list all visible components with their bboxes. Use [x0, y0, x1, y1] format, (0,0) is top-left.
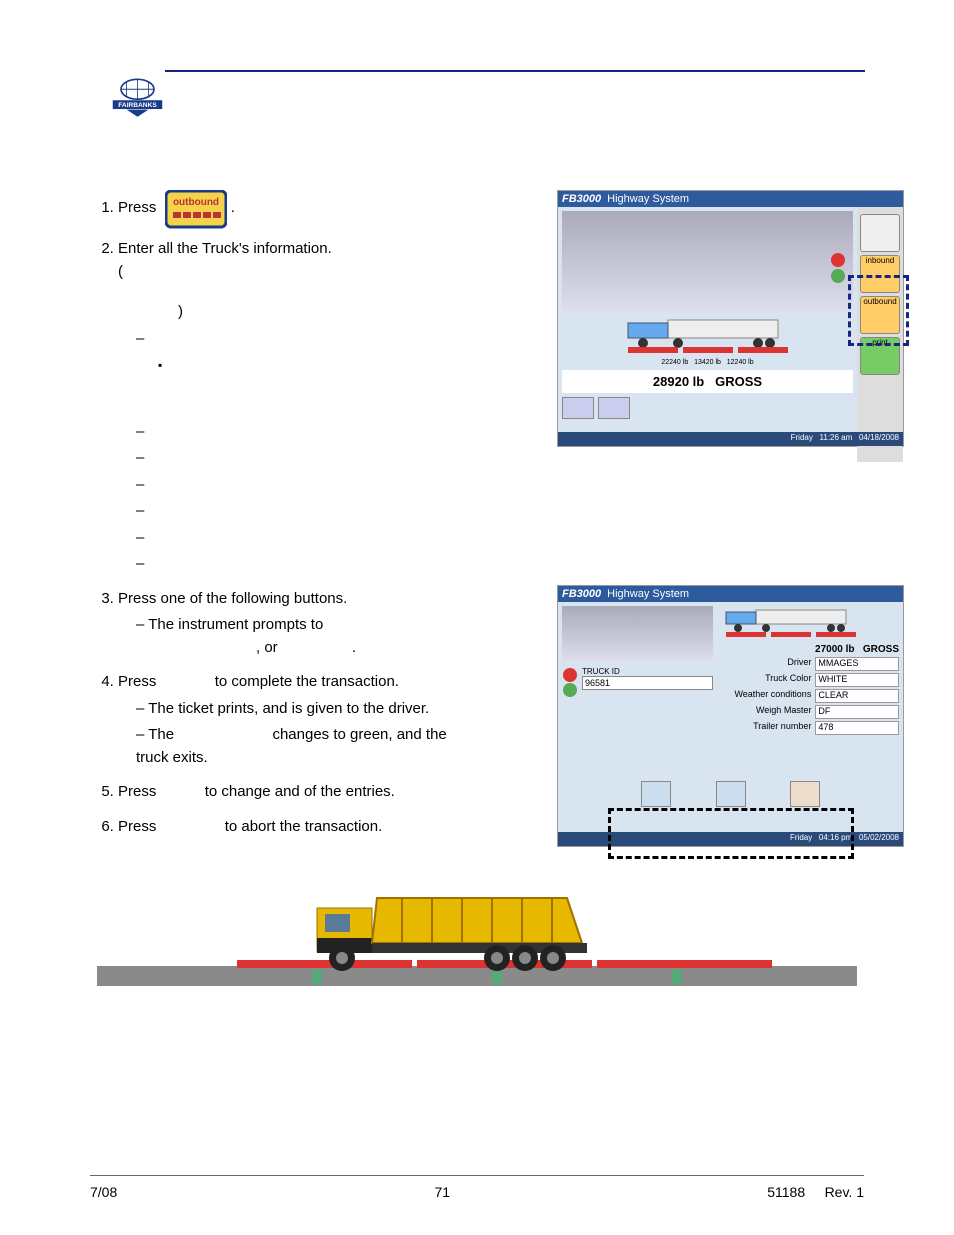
- step2-sub3: [136, 447, 470, 470]
- edit-button[interactable]: [716, 781, 746, 807]
- step4-sub2b: changes to green, and the truck exits.: [136, 726, 447, 766]
- driver-value: MMAGES: [815, 657, 899, 671]
- truck-color-value: WHITE: [815, 673, 899, 687]
- step4-sub2: The changes to green, and the truck exit…: [136, 724, 470, 769]
- step2-sub2: [136, 421, 470, 444]
- truck-photo: [562, 211, 853, 311]
- step2-sub7: [136, 553, 470, 576]
- scale1-weight: 22240 lb: [661, 359, 688, 366]
- svg-text:FAIRBANKS: FAIRBANKS: [118, 102, 157, 109]
- step2-sub1-bullet: [158, 354, 470, 417]
- gross-label: GROSS: [715, 374, 762, 389]
- step-4: Press to complete the transaction. The t…: [118, 671, 470, 769]
- step3-sub1-pre: The instrument prompts to: [148, 616, 323, 633]
- truck-scale-diagram-small: [721, 606, 861, 640]
- green-light-icon: [563, 683, 577, 697]
- zero-button[interactable]: [562, 397, 594, 419]
- step4-pre: Press: [118, 673, 156, 690]
- step2-paren-close: ): [178, 303, 183, 320]
- weather-label: Weather conditions: [721, 689, 815, 703]
- svg-text:outbound: outbound: [172, 197, 218, 208]
- step3-sub1-post: .: [352, 639, 356, 656]
- gross-weight: 28920 lb: [653, 374, 704, 389]
- sc2-date: 05/02/2008: [859, 833, 899, 842]
- accept-button[interactable]: [641, 781, 671, 807]
- sc2-gross-label: GROSS: [863, 644, 899, 655]
- step2-sub1: [136, 328, 470, 417]
- step1-post: .: [231, 199, 235, 216]
- fairbanks-logo: FAIRBANKS: [110, 70, 165, 129]
- red-light-icon: [563, 668, 577, 682]
- step2-line1: Enter all the Truck's information.: [118, 240, 332, 257]
- step4-sub2a: The: [148, 726, 174, 743]
- outbound-button-inline: outbound: [165, 190, 227, 226]
- step3-sub1-mid: , or: [256, 639, 278, 656]
- sc1-date: 04/18/2008: [859, 433, 899, 442]
- step2-sub6: [136, 527, 470, 550]
- step-3: Press one of the following buttons. The …: [118, 588, 470, 660]
- dump-truck-illustration: [90, 878, 864, 992]
- step5-pre: Press: [118, 783, 156, 800]
- sc1-title: Highway System: [607, 193, 899, 205]
- weigh-master-value: DF: [815, 705, 899, 719]
- driver-label: Driver: [721, 657, 815, 671]
- step2-paren-open: (: [118, 263, 123, 280]
- footer-left: 7/08: [90, 1184, 117, 1200]
- trailer-value: 478: [815, 721, 899, 735]
- callout-action-buttons: [608, 808, 854, 859]
- truck-icon: [860, 214, 900, 252]
- page-footer: 7/08 71 51188 Rev. 1: [90, 1175, 864, 1200]
- footer-center: 71: [434, 1184, 450, 1200]
- header-rule: [165, 70, 865, 72]
- page-header: FAIRBANKS: [90, 70, 864, 130]
- sc2-weight: 27000 lb: [815, 644, 854, 655]
- truck-photo-small: [562, 606, 713, 661]
- sc1-brand: FB3000: [562, 193, 601, 205]
- truck-id-value: 96581: [582, 676, 713, 690]
- sc2-title: Highway System: [607, 588, 899, 600]
- sc1-day: Friday: [791, 433, 813, 442]
- scale3-weight: 12240 lb: [727, 359, 754, 366]
- step6-pre: Press: [118, 818, 156, 835]
- weigh-master-label: Weigh Master: [721, 705, 815, 719]
- cancel-button[interactable]: [790, 781, 820, 807]
- trailer-label: Trailer number: [721, 721, 815, 735]
- scale2-weight: 13420 lb: [694, 359, 721, 366]
- truck-color-label: Truck Color: [721, 673, 815, 687]
- units-button[interactable]: [598, 397, 630, 419]
- sc2-brand: FB3000: [562, 588, 601, 600]
- step2-sub5: [136, 500, 470, 523]
- step1-pre: Press: [118, 199, 156, 216]
- step3-sub1: The instrument prompts to , or .: [136, 614, 470, 659]
- step-2: Enter all the Truck's information. ( ): [118, 238, 470, 576]
- step3-text: Press one of the following buttons.: [118, 590, 347, 607]
- red-light-icon: [831, 253, 845, 267]
- step-5: Press to change and of the entries.: [118, 781, 470, 804]
- truck-id-label: TRUCK ID: [582, 667, 713, 676]
- step4-post: to complete the transaction.: [215, 673, 399, 690]
- step5-post: to change and of the entries.: [205, 783, 395, 800]
- weather-value: CLEAR: [815, 689, 899, 703]
- footer-right: 51188 Rev. 1: [767, 1184, 864, 1200]
- sc1-time: 11:26 am: [820, 433, 853, 442]
- step2-sub4: [136, 474, 470, 497]
- step6-post: to abort the transaction.: [225, 818, 383, 835]
- step-6: Press to abort the transaction.: [118, 816, 470, 839]
- truck-scale-diagram: [618, 315, 798, 355]
- callout-outbound-button: [848, 275, 909, 346]
- step4-sub1: The ticket prints, and is given to the d…: [136, 698, 470, 721]
- step-1: Press outbound .: [118, 190, 470, 226]
- green-light-icon: [831, 269, 845, 283]
